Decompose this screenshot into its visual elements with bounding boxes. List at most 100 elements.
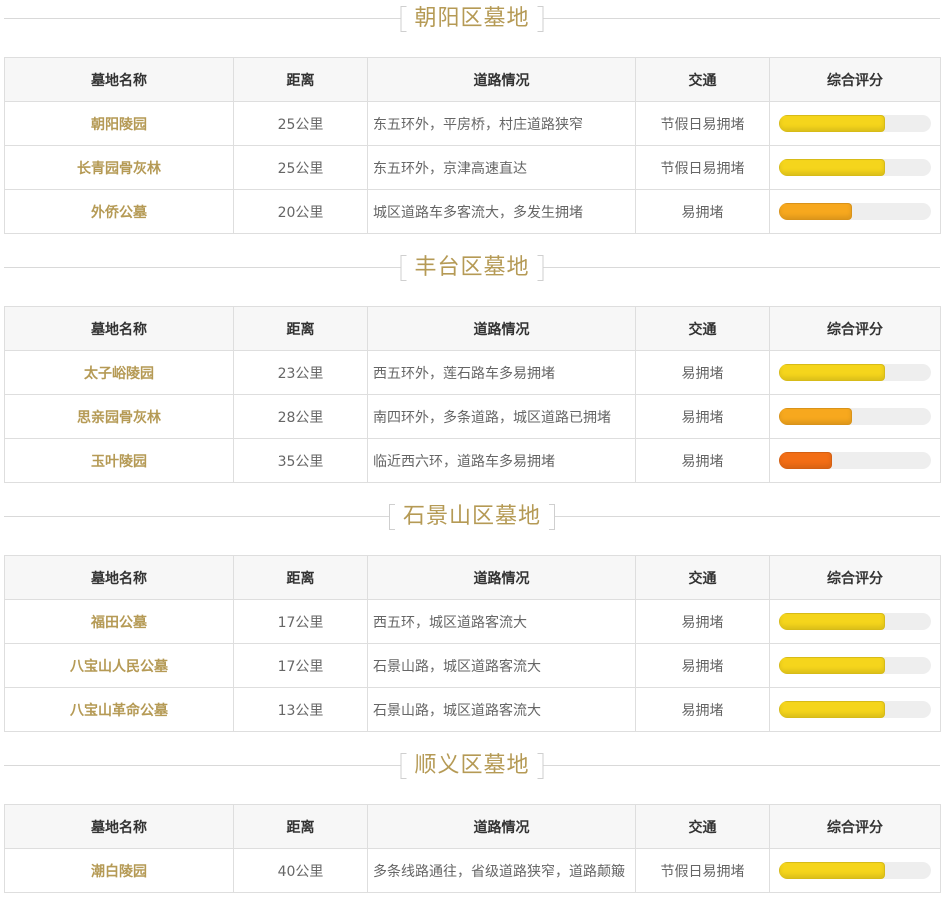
cemetery-name[interactable]: 潮白陵园 xyxy=(4,848,234,893)
cemetery-name[interactable]: 外侨公墓 xyxy=(4,189,234,234)
score-cell xyxy=(769,189,941,234)
cemetery-name[interactable]: 长青园骨灰林 xyxy=(4,145,234,190)
score-bar-track xyxy=(779,701,931,718)
cemetery-name[interactable]: 玉叶陵园 xyxy=(4,438,234,483)
score-bar-fill xyxy=(779,159,885,176)
section-heading: 石景山区墓地 xyxy=(4,498,940,534)
score-bar-track xyxy=(779,203,931,220)
header-score: 综合评分 xyxy=(769,57,941,102)
heading-bracket-box: 石景山区墓地 xyxy=(388,504,556,530)
score-bar-track xyxy=(779,408,931,425)
right-bracket-icon xyxy=(537,6,544,32)
section-heading: 朝阳区墓地 xyxy=(4,0,940,36)
road-condition-cell: 多条线路通往，省级道路狭窄，道路颠簸 xyxy=(367,848,636,893)
score-bar-fill xyxy=(779,364,885,381)
distance-cell: 13公里 xyxy=(233,687,368,732)
header-road: 道路情况 xyxy=(367,306,636,351)
distance-cell: 17公里 xyxy=(233,643,368,688)
score-bar-fill xyxy=(779,408,852,425)
header-score: 综合评分 xyxy=(769,555,941,600)
left-bracket-icon xyxy=(388,504,395,530)
header-road: 道路情况 xyxy=(367,804,636,849)
score-bar-track xyxy=(779,115,931,132)
heading-bracket-box: 顺义区墓地 xyxy=(400,753,544,779)
table-row: 八宝山人民公墓 17公里 石景山路，城区道路客流大 易拥堵 xyxy=(4,643,941,688)
cemetery-name[interactable]: 福田公墓 xyxy=(4,599,234,644)
table-header-row: 墓地名称 距离 道路情况 交通 综合评分 xyxy=(4,57,941,102)
table-row: 长青园骨灰林 25公里 东五环外，京津高速直达 节假日易拥堵 xyxy=(4,145,941,190)
header-name: 墓地名称 xyxy=(4,57,234,102)
score-cell xyxy=(769,643,941,688)
header-score: 综合评分 xyxy=(769,804,941,849)
distance-cell: 40公里 xyxy=(233,848,368,893)
traffic-cell: 易拥堵 xyxy=(635,643,770,688)
cemetery-name[interactable]: 八宝山革命公墓 xyxy=(4,687,234,732)
section-heading: 顺义区墓地 xyxy=(4,747,940,783)
section-title: 朝阳区墓地 xyxy=(414,6,530,31)
section-title: 石景山区墓地 xyxy=(402,504,542,529)
road-condition-cell: 石景山路，城区道路客流大 xyxy=(367,687,636,732)
traffic-cell: 易拥堵 xyxy=(635,687,770,732)
score-bar-track xyxy=(779,159,931,176)
road-condition-cell: 城区道路车多客流大，多发生拥堵 xyxy=(367,189,636,234)
header-traffic: 交通 xyxy=(635,804,770,849)
score-cell xyxy=(769,848,941,893)
traffic-cell: 易拥堵 xyxy=(635,438,770,483)
section-heading: 丰台区墓地 xyxy=(4,249,940,285)
table-row: 潮白陵园 40公里 多条线路通往，省级道路狭窄，道路颠簸 节假日易拥堵 xyxy=(4,848,941,893)
road-condition-cell: 西五环外，莲石路车多易拥堵 xyxy=(367,350,636,395)
right-bracket-icon xyxy=(549,504,556,530)
header-distance: 距离 xyxy=(233,555,368,600)
cemetery-name[interactable]: 思亲园骨灰林 xyxy=(4,394,234,439)
right-bracket-icon xyxy=(537,255,544,281)
score-bar-track xyxy=(779,613,931,630)
section-title: 顺义区墓地 xyxy=(414,753,530,778)
header-name: 墓地名称 xyxy=(4,555,234,600)
road-condition-cell: 东五环外，京津高速直达 xyxy=(367,145,636,190)
cemetery-table: 墓地名称 距离 道路情况 交通 综合评分 朝阳陵园 25公里 东五环外，平房桥，村庄道路狭窄节… xyxy=(4,57,941,234)
header-distance: 距离 xyxy=(233,306,368,351)
distance-cell: 25公里 xyxy=(233,101,368,146)
score-bar-track xyxy=(779,364,931,381)
distance-cell: 35公里 xyxy=(233,438,368,483)
cemetery-name[interactable]: 八宝山人民公墓 xyxy=(4,643,234,688)
score-bar-track xyxy=(779,657,931,674)
heading-bracket-box: 朝阳区墓地 xyxy=(400,6,544,32)
cemetery-table: 墓地名称 距离 道路情况 交通 综合评分 太子峪陵园 23公里 西五环外，莲石路车多易拥堵 易拥… xyxy=(4,306,941,483)
table-header-row: 墓地名称 距离 道路情况 交通 综合评分 xyxy=(4,306,941,351)
header-traffic: 交通 xyxy=(635,306,770,351)
score-bar-fill xyxy=(779,613,885,630)
left-bracket-icon xyxy=(400,255,407,281)
score-cell xyxy=(769,438,941,483)
traffic-cell: 易拥堵 xyxy=(635,350,770,395)
distance-cell: 28公里 xyxy=(233,394,368,439)
score-bar-fill xyxy=(779,657,885,674)
score-cell xyxy=(769,687,941,732)
distance-cell: 25公里 xyxy=(233,145,368,190)
distance-cell: 17公里 xyxy=(233,599,368,644)
table-row: 朝阳陵园 25公里 东五环外，平房桥，村庄道路狭窄 节假日易拥堵 xyxy=(4,101,941,146)
distance-cell: 23公里 xyxy=(233,350,368,395)
traffic-cell: 易拥堵 xyxy=(635,189,770,234)
score-cell xyxy=(769,145,941,190)
traffic-cell: 节假日易拥堵 xyxy=(635,145,770,190)
header-traffic: 交通 xyxy=(635,57,770,102)
score-bar-fill xyxy=(779,701,885,718)
road-condition-cell: 石景山路，城区道路客流大 xyxy=(367,643,636,688)
cemetery-table: 墓地名称 距离 道路情况 交通 综合评分 福田公墓 17公里 西五环，城区道路客流大 易拥堵 八宝… xyxy=(4,555,941,732)
score-bar-track xyxy=(779,452,931,469)
table-row: 福田公墓 17公里 西五环，城区道路客流大 易拥堵 xyxy=(4,599,941,644)
score-bar-fill xyxy=(779,862,885,879)
score-cell xyxy=(769,599,941,644)
table-header-row: 墓地名称 距离 道路情况 交通 综合评分 xyxy=(4,804,941,849)
score-bar-track xyxy=(779,862,931,879)
table-row: 外侨公墓 20公里 城区道路车多客流大，多发生拥堵 易拥堵 xyxy=(4,189,941,234)
left-bracket-icon xyxy=(400,6,407,32)
distance-cell: 20公里 xyxy=(233,189,368,234)
right-bracket-icon xyxy=(537,753,544,779)
score-bar-fill xyxy=(779,452,832,469)
cemetery-name[interactable]: 朝阳陵园 xyxy=(4,101,234,146)
traffic-cell: 易拥堵 xyxy=(635,599,770,644)
header-name: 墓地名称 xyxy=(4,804,234,849)
cemetery-name[interactable]: 太子峪陵园 xyxy=(4,350,234,395)
